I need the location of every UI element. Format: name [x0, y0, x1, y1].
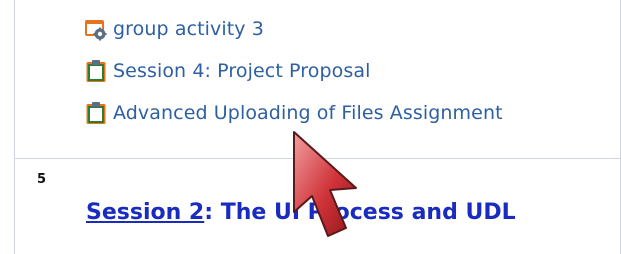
section-divider [15, 158, 620, 159]
activity-link-group-activity-3[interactable]: group activity 3 [85, 14, 264, 44]
section-number: 5 [37, 172, 47, 187]
activity-label: group activity 3 [113, 18, 264, 40]
section-title: Session 2: The UI Process and UDL [86, 200, 516, 225]
activity-link-advanced-uploading[interactable]: Advanced Uploading of Files Assignment [85, 98, 503, 128]
section-link[interactable]: Session 2 [86, 200, 204, 225]
course-section-frame: group activity 3 Session 4: Project Prop… [14, 0, 621, 254]
activity-label: Session 4: Project Proposal [113, 60, 371, 82]
forum-icon [85, 17, 107, 41]
activity-link-session-4-project-proposal[interactable]: Session 4: Project Proposal [85, 56, 370, 86]
assignment-icon [85, 101, 107, 125]
assignment-icon [85, 59, 107, 83]
section-title-rest: : The UI Process and UDL [204, 200, 516, 225]
activity-label: Advanced Uploading of Files Assignment [113, 102, 503, 124]
